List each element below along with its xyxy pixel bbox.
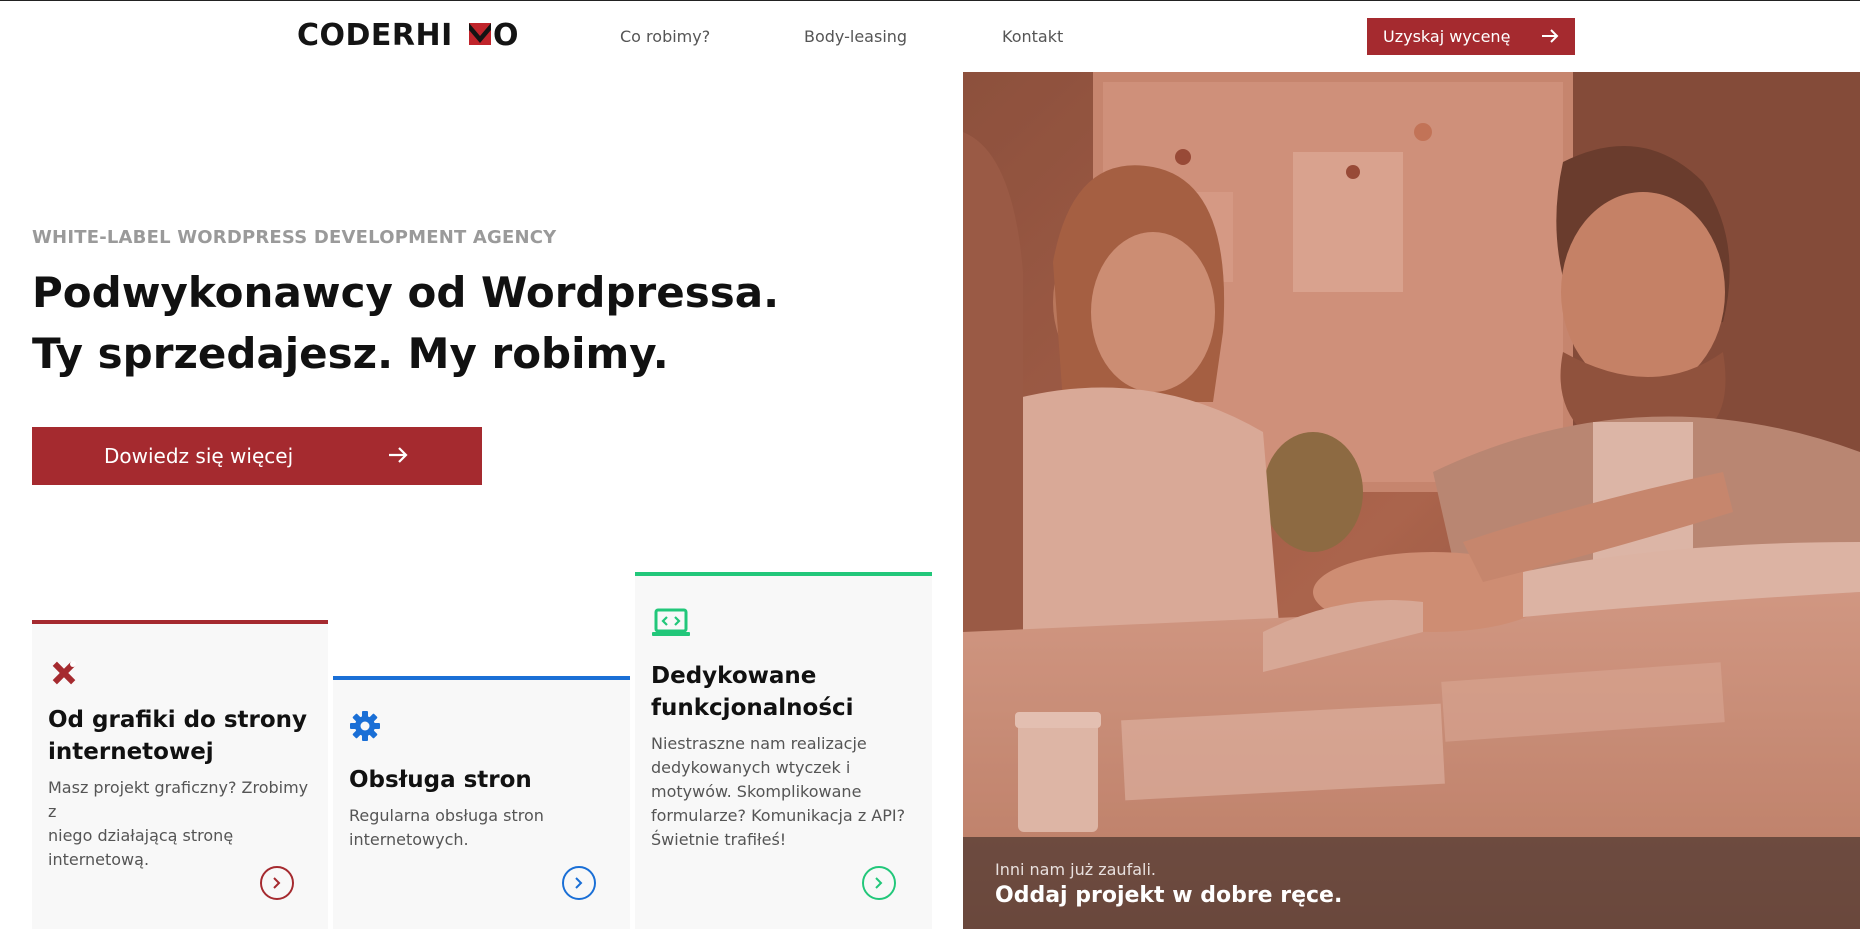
nav-co-robimy[interactable]: Co robimy? [620, 27, 710, 46]
hero-eyebrow: WHITE-LABEL WORDPRESS DEVELOPMENT AGENCY [32, 227, 557, 248]
logo[interactable]: CODERHI O [297, 16, 525, 52]
code-laptop-icon [652, 608, 690, 636]
card-title: Dedykowane funkcjonalności [651, 660, 921, 724]
get-quote-button[interactable]: Uzyskaj wycenę [1367, 18, 1575, 55]
card-text-line: internetowych. [349, 830, 469, 849]
card-text-line: dedykowanych wtyczek i [651, 758, 851, 777]
card-title-line: Od grafiki do strony [48, 707, 308, 733]
card-text-line: Regularna obsługa stron [349, 806, 544, 825]
service-card-design: Od grafiki do strony internetowej Masz p… [32, 620, 328, 929]
card-text-line: Niestraszne nam realizacje [651, 734, 867, 753]
card-text-line: motywów. Skomplikowane [651, 782, 862, 801]
learn-more-label: Dowiedz się więcej [104, 444, 294, 468]
card-title-line: Dedykowane [651, 663, 817, 689]
card-text-line: Masz projekt graficzny? Zrobimy z [48, 778, 309, 821]
photo-caption-title: Oddaj projekt w dobre ręce. [995, 883, 1343, 908]
chevron-right-icon [273, 877, 281, 889]
nav-kontakt[interactable]: Kontakt [1002, 27, 1063, 46]
chevron-right-icon [575, 877, 583, 889]
get-quote-label: Uzyskaj wycenę [1383, 27, 1511, 46]
service-card-maintenance: Obsługa stron Regularna obsługa stron in… [333, 676, 630, 929]
hero-headline: Podwykonawcy od Wordpressa. Ty sprzedaje… [32, 262, 779, 384]
card-text: Regularna obsługa stron internetowych. [349, 804, 619, 852]
card-title-line: funkcjonalności [651, 695, 854, 721]
service-card-custom-features: Dedykowane funkcjonalności Niestraszne n… [635, 572, 932, 929]
card-text-line: niego działającą stronę [48, 826, 234, 845]
top-border [0, 0, 1860, 1]
card-title-line: internetowej [48, 739, 214, 765]
card-text: Niestraszne nam realizacje dedykowanych … [651, 732, 921, 852]
card-title: Od grafiki do strony internetowej [48, 704, 318, 768]
logo-mark: CODERHI O [297, 18, 519, 52]
card-more-button[interactable] [260, 866, 294, 900]
hero-headline-line-2: Ty sprzedajesz. My robimy. [32, 329, 669, 378]
design-tools-icon [52, 661, 76, 685]
chevron-right-icon [875, 877, 883, 889]
card-text-line: formularze? Komunikacja z API? [651, 806, 906, 825]
svg-text:O: O [493, 18, 519, 52]
photo-caption-subtitle: Inni nam już zaufali. [995, 860, 1156, 879]
team-meeting-image [963, 72, 1860, 929]
arrow-right-icon [1542, 29, 1559, 43]
card-more-button[interactable] [562, 866, 596, 900]
card-more-button[interactable] [862, 866, 896, 900]
card-title: Obsługa stron [349, 767, 532, 793]
nav-body-leasing[interactable]: Body-leasing [804, 27, 907, 46]
gear-icon [350, 711, 380, 741]
card-text-line: Świetnie trafiłeś! [651, 830, 787, 849]
hero-photo [963, 72, 1860, 929]
hero-headline-line-1: Podwykonawcy od Wordpressa. [32, 268, 780, 317]
learn-more-button[interactable]: Dowiedz się więcej [32, 427, 482, 485]
svg-text:CODERHI: CODERHI [297, 18, 453, 52]
arrow-right-icon [389, 447, 408, 463]
card-text: Masz projekt graficzny? Zrobimy z niego … [48, 776, 318, 872]
